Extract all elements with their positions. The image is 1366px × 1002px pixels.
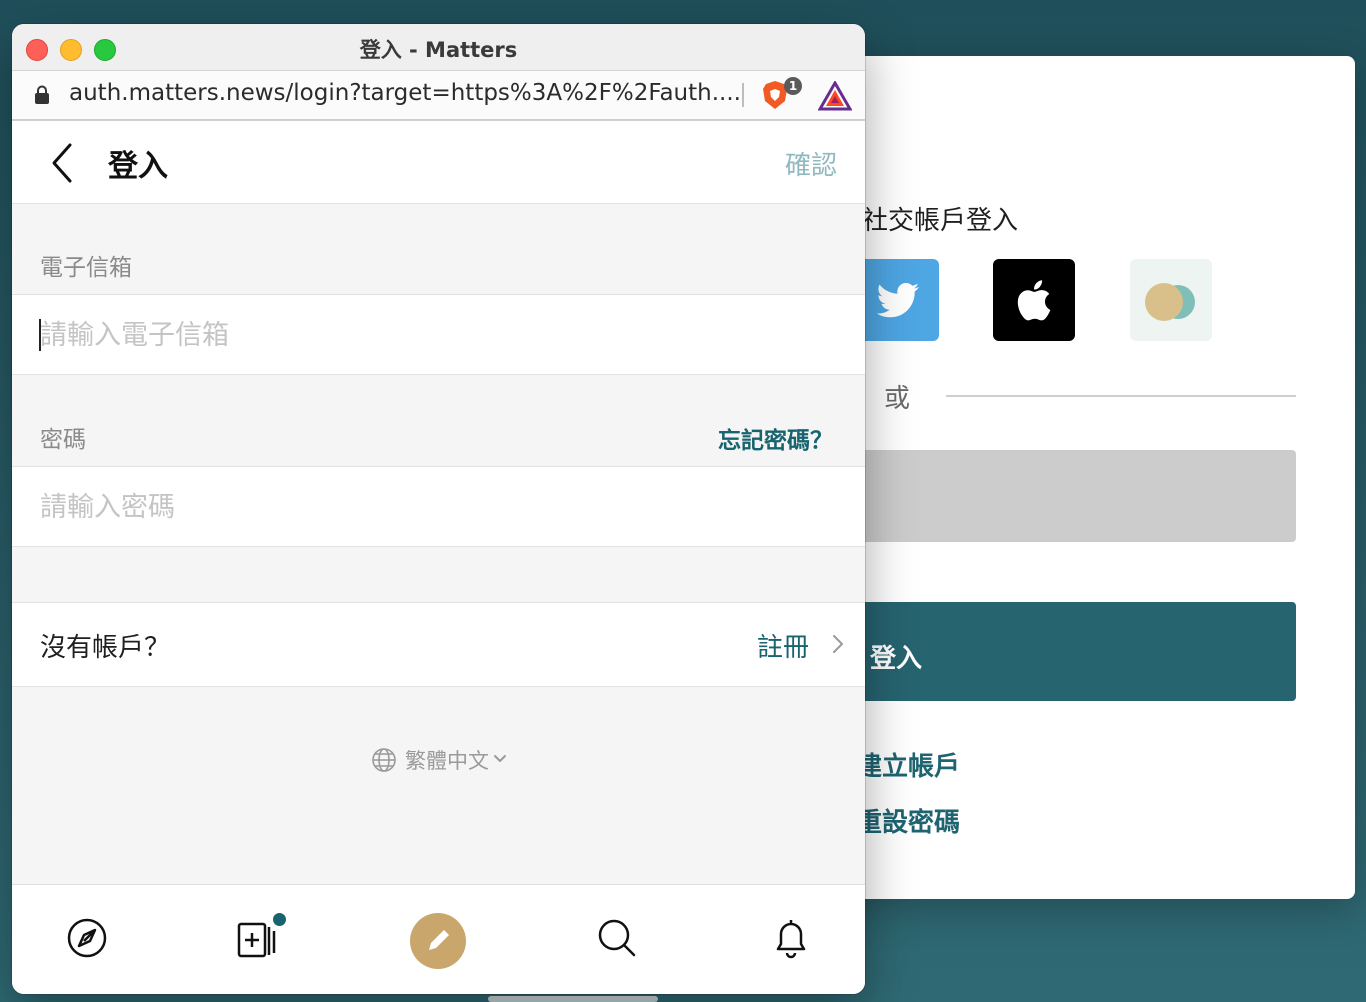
text-caret xyxy=(39,319,41,351)
wallet-login-button[interactable] xyxy=(1130,259,1212,341)
background-login-window: 社交帳戶登入 或 登入 建立帳戶 重設密碼 xyxy=(780,56,1355,899)
window-titlebar: 登入 - Matters xyxy=(12,24,865,71)
twitter-bird-icon xyxy=(876,283,919,318)
or-divider-line xyxy=(946,395,1296,397)
chevron-down-icon xyxy=(494,755,506,762)
or-divider-label: 或 xyxy=(884,384,911,414)
apple-login-button[interactable] xyxy=(993,259,1075,341)
disabled-action-button[interactable] xyxy=(856,450,1296,542)
bell-icon xyxy=(776,920,806,959)
bottom-navigation xyxy=(12,884,865,994)
email-label: 電子信箱 xyxy=(40,255,132,281)
confirm-button[interactable]: 確認 xyxy=(785,145,837,182)
address-bar-separator xyxy=(742,83,744,107)
address-bar[interactable]: auth.matters.news/login?target=https%3A%… xyxy=(12,71,865,121)
no-account-question: 沒有帳戶？ xyxy=(40,633,171,663)
login-popup-window: 登入 - Matters auth.matters.news/login?tar… xyxy=(12,24,865,994)
back-chevron-icon[interactable] xyxy=(48,141,76,185)
nav-write-button[interactable] xyxy=(410,913,466,969)
nav-notifications[interactable] xyxy=(768,915,814,961)
unread-dot xyxy=(271,911,288,928)
email-field[interactable] xyxy=(38,309,832,361)
password-label: 密碼 xyxy=(40,427,86,453)
brave-shield-count-badge: 1 xyxy=(784,77,802,95)
window-title: 登入 - Matters xyxy=(359,38,518,62)
lock-icon xyxy=(35,85,49,104)
window-resize-handle[interactable] xyxy=(488,996,658,1002)
nav-search[interactable] xyxy=(594,915,640,961)
email-field-row xyxy=(12,294,865,375)
create-account-link[interactable]: 建立帳戶 xyxy=(856,746,960,783)
nav-follow[interactable] xyxy=(234,911,288,961)
password-field[interactable] xyxy=(38,481,832,533)
search-icon xyxy=(598,919,636,957)
url-text[interactable]: auth.matters.news/login?target=https%3A%… xyxy=(69,80,741,106)
signup-link[interactable]: 註冊 xyxy=(757,627,809,664)
twitter-login-button[interactable] xyxy=(857,259,939,341)
reset-password-link[interactable]: 重設密碼 xyxy=(856,802,960,839)
chevron-right-icon xyxy=(833,635,843,653)
compass-icon xyxy=(67,918,107,958)
globe-icon xyxy=(372,748,396,772)
apple-logo-icon xyxy=(1017,280,1051,321)
password-field-row xyxy=(12,466,865,547)
signup-row[interactable]: 沒有帳戶？ 註冊 xyxy=(12,602,865,687)
nav-discover[interactable] xyxy=(64,915,110,961)
page-header: 登入 確認 xyxy=(12,121,865,204)
page-title: 登入 xyxy=(108,149,168,184)
language-label: 繁體中文 xyxy=(405,749,489,773)
brave-rewards-icon[interactable] xyxy=(818,81,852,111)
wallet-circles-icon xyxy=(1145,283,1195,321)
forgot-password-link[interactable]: 忘記密碼？ xyxy=(718,421,833,455)
pencil-icon xyxy=(429,930,449,950)
social-login-title: 社交帳戶登入 xyxy=(862,206,1019,236)
background-login-label: 登入 xyxy=(870,644,923,674)
